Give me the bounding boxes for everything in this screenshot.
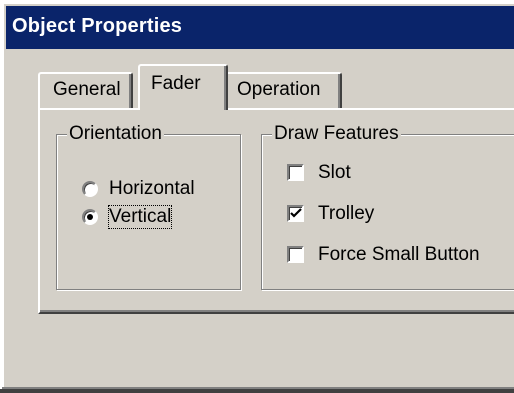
panel-shadow <box>40 310 514 312</box>
tab-operation[interactable]: Operation <box>225 72 342 108</box>
checkbox-slot[interactable]: Slot <box>287 162 507 186</box>
checkbox-slot-label: Slot <box>318 162 351 183</box>
radio-horizontal-button[interactable] <box>82 181 98 197</box>
tab-fader[interactable]: Fader <box>138 64 228 110</box>
window-frame-shadow-outer <box>0 389 514 393</box>
checkbox-trolley-label: Trolley <box>318 203 375 224</box>
orientation-legend: Orientation <box>67 123 164 145</box>
checkbox-force-small-button[interactable]: Force Small Button <box>287 244 514 268</box>
tab-general[interactable]: General <box>38 72 133 108</box>
checkbox-trolley[interactable]: Trolley <box>287 203 507 227</box>
radio-selected-dot <box>87 214 93 220</box>
window-title: Object Properties <box>12 15 183 37</box>
draw-features-legend: Draw Features <box>272 123 401 145</box>
window-frame-highlight-top <box>2 2 514 4</box>
tab-operation-label: Operation <box>237 79 321 100</box>
selected-tab-join <box>140 107 224 111</box>
radio-vertical-label: Vertical <box>107 205 173 229</box>
radio-horizontal[interactable]: Horizontal <box>82 178 222 202</box>
checkbox-trolley-box[interactable] <box>287 205 304 222</box>
orientation-group: Orientation Horizontal Vertical <box>56 123 241 290</box>
checkbox-slot-box[interactable] <box>287 164 304 181</box>
radio-vertical-button[interactable] <box>82 209 98 225</box>
draw-features-group: Draw Features Slot Trolley Force Small B… <box>261 123 514 290</box>
tab-general-label: General <box>53 79 121 100</box>
title-bar[interactable]: Object Properties <box>6 6 514 49</box>
tab-fader-label: Fader <box>151 73 201 94</box>
checkbox-force-small-button-box[interactable] <box>287 246 304 263</box>
checkbox-force-small-button-label: Force Small Button <box>318 244 480 265</box>
window-frame-highlight-left <box>2 2 4 387</box>
checkmark-icon <box>290 208 302 218</box>
object-properties-window: Object Properties General Operation Fade… <box>0 0 514 393</box>
radio-vertical[interactable]: Vertical <box>82 205 222 230</box>
radio-horizontal-label: Horizontal <box>109 178 195 199</box>
